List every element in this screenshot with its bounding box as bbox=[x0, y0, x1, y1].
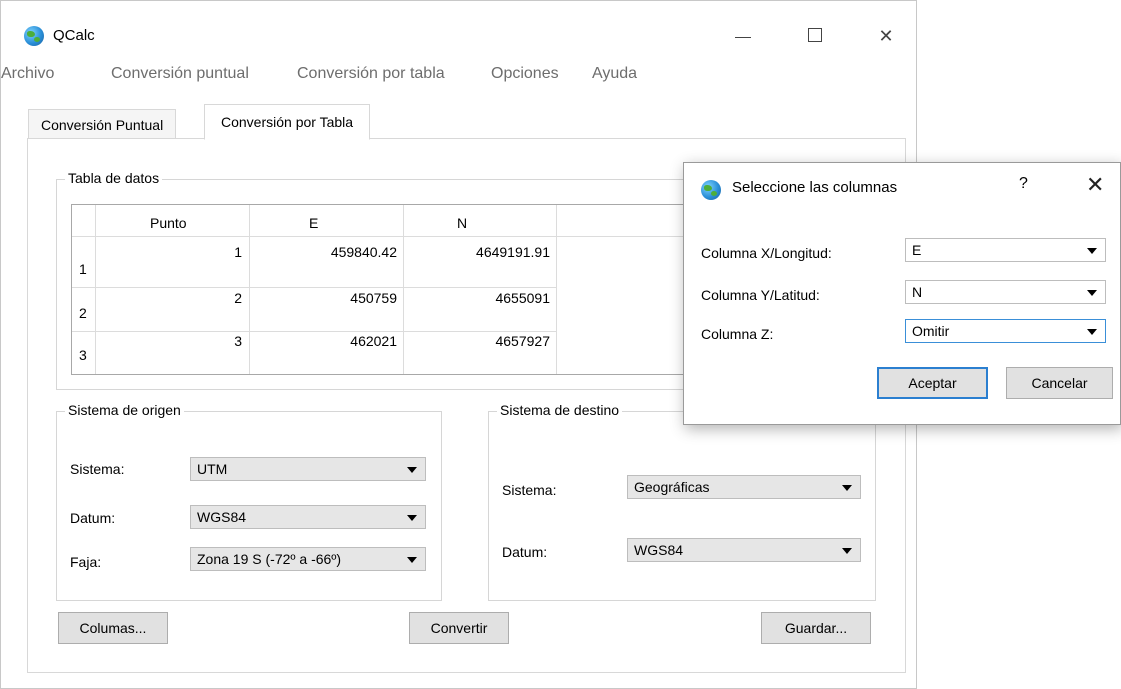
row-header-divider bbox=[95, 205, 96, 374]
chevron-down-icon bbox=[407, 515, 417, 521]
table-cell[interactable]: 4655091 bbox=[495, 290, 550, 306]
row-divider bbox=[72, 331, 556, 332]
title-bar: QCalc ✕ bbox=[1, 1, 916, 61]
column-y-label: Columna Y/Latitud: bbox=[701, 287, 820, 303]
close-icon: ✕ bbox=[878, 26, 894, 46]
accept-button[interactable]: Aceptar bbox=[877, 367, 988, 399]
origin-faja-value: Zona 19 S (-72º a -66º) bbox=[197, 551, 342, 567]
window-title: QCalc bbox=[53, 27, 95, 44]
chevron-down-icon bbox=[407, 467, 417, 473]
cancel-button[interactable]: Cancelar bbox=[1006, 367, 1113, 399]
origin-sistema-value: UTM bbox=[197, 461, 228, 477]
column-divider bbox=[403, 205, 404, 374]
tab-conversion-puntual[interactable]: Conversión Puntual bbox=[28, 109, 177, 141]
columns-button[interactable]: Columas... bbox=[58, 612, 168, 644]
column-divider bbox=[249, 205, 250, 374]
destination-system-group: Sistema de destino bbox=[488, 402, 876, 601]
menu-archivo[interactable]: Archivo bbox=[1, 65, 54, 83]
table-cell[interactable]: 4649191.91 bbox=[476, 244, 550, 260]
table-cell[interactable]: 4657927 bbox=[495, 333, 550, 349]
chevron-down-icon bbox=[1087, 248, 1097, 254]
destination-system-title: Sistema de destino bbox=[497, 402, 623, 418]
column-header-n[interactable]: N bbox=[457, 215, 467, 231]
origin-sistema-label: Sistema: bbox=[70, 461, 125, 477]
column-y-value: N bbox=[912, 284, 923, 300]
column-z-label: Columna Z: bbox=[701, 326, 774, 342]
minimize-icon bbox=[735, 37, 751, 38]
table-cell[interactable]: 459840.42 bbox=[331, 244, 397, 260]
origin-datum-value: WGS84 bbox=[197, 509, 247, 525]
dialog-close-button[interactable]: ✕ bbox=[1086, 172, 1104, 198]
close-button[interactable]: ✕ bbox=[866, 21, 906, 51]
table-cell[interactable]: 450759 bbox=[350, 290, 397, 306]
row-number: 3 bbox=[79, 347, 87, 363]
data-table-title: Tabla de datos bbox=[65, 170, 163, 186]
minimize-button[interactable] bbox=[723, 21, 763, 51]
table-cell[interactable]: 2 bbox=[234, 290, 242, 306]
column-divider bbox=[556, 205, 557, 374]
chevron-down-icon bbox=[407, 557, 417, 563]
origin-faja-select[interactable]: Zona 19 S (-72º a -66º) bbox=[190, 547, 426, 571]
data-table[interactable]: Punto E N 1 2 3 1 459840.42 4649191.91 2… bbox=[71, 204, 686, 375]
destination-sistema-select[interactable]: Geográficas bbox=[627, 475, 861, 499]
destination-sistema-label: Sistema: bbox=[502, 482, 557, 498]
destination-datum-value: WGS84 bbox=[634, 542, 684, 558]
origin-datum-select[interactable]: WGS84 bbox=[190, 505, 426, 529]
destination-sistema-value: Geográficas bbox=[634, 479, 710, 495]
chevron-down-icon bbox=[1087, 290, 1097, 296]
header-divider bbox=[72, 236, 685, 237]
tab-conversion-tabla[interactable]: Conversión por Tabla bbox=[204, 104, 371, 140]
chevron-down-icon bbox=[842, 548, 852, 554]
row-number: 2 bbox=[79, 305, 87, 321]
dialog-title: Seleccione las columnas bbox=[732, 179, 898, 196]
menu-opciones[interactable]: Opciones bbox=[491, 65, 559, 83]
origin-datum-label: Datum: bbox=[70, 510, 116, 526]
column-header-punto[interactable]: Punto bbox=[150, 215, 187, 231]
column-y-select[interactable]: N bbox=[905, 280, 1106, 304]
table-cell[interactable]: 462021 bbox=[350, 333, 397, 349]
help-button[interactable]: ? bbox=[1019, 175, 1028, 193]
column-x-select[interactable]: E bbox=[905, 238, 1106, 262]
maximize-button[interactable] bbox=[796, 21, 836, 51]
menu-conversion-puntual[interactable]: Conversión puntual bbox=[111, 65, 249, 83]
origin-system-title: Sistema de origen bbox=[65, 402, 184, 418]
maximize-icon bbox=[808, 28, 822, 42]
origin-sistema-select[interactable]: UTM bbox=[190, 457, 426, 481]
menu-conversion-tabla[interactable]: Conversión por tabla bbox=[297, 65, 445, 83]
select-columns-dialog: Seleccione las columnas ? ✕ Columna X/Lo… bbox=[683, 162, 1121, 425]
save-button[interactable]: Guardar... bbox=[761, 612, 871, 644]
origin-faja-label: Faja: bbox=[70, 554, 102, 570]
destination-datum-label: Datum: bbox=[502, 544, 548, 560]
column-x-value: E bbox=[912, 242, 922, 258]
column-z-select[interactable]: Omitir bbox=[905, 319, 1106, 343]
column-x-label: Columna X/Longitud: bbox=[701, 245, 832, 261]
table-cell[interactable]: 3 bbox=[234, 333, 242, 349]
column-header-e[interactable]: E bbox=[309, 215, 318, 231]
destination-datum-select[interactable]: WGS84 bbox=[627, 538, 861, 562]
row-divider bbox=[72, 287, 556, 288]
globe-icon bbox=[701, 180, 721, 200]
convert-button[interactable]: Convertir bbox=[409, 612, 509, 644]
row-number: 1 bbox=[79, 261, 87, 277]
menu-ayuda[interactable]: Ayuda bbox=[592, 65, 637, 83]
globe-icon bbox=[24, 26, 44, 46]
chevron-down-icon bbox=[1087, 329, 1097, 335]
table-cell[interactable]: 1 bbox=[234, 244, 242, 260]
chevron-down-icon bbox=[842, 485, 852, 491]
column-z-value: Omitir bbox=[912, 323, 950, 339]
